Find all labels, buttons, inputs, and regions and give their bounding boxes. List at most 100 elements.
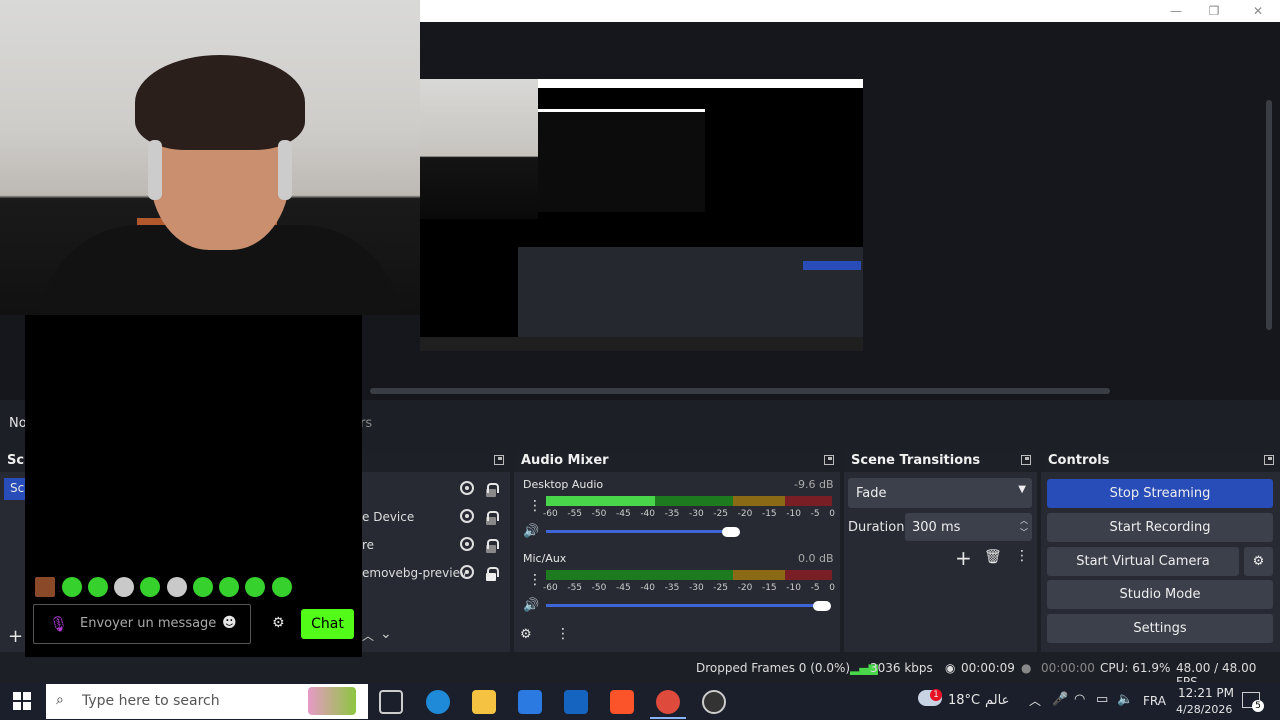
visibility-eye-icon[interactable] [460,509,474,523]
start-virtual-camera-button[interactable]: Start Virtual Camera [1047,547,1239,576]
visibility-eye-icon[interactable] [460,481,474,495]
emote-icon[interactable] [88,577,108,597]
battery-icon[interactable]: ▭ [1096,692,1108,707]
emote-icon[interactable] [272,577,292,597]
emote-icon[interactable] [140,577,160,597]
volume-slider[interactable] [546,604,822,607]
meter-tick-label: -20 [737,509,753,519]
spin-up-icon[interactable]: ︿ [1020,515,1028,526]
emote-icon[interactable] [62,577,82,597]
emote-icon[interactable] [245,577,265,597]
chat-input[interactable]: 🎙 Envoyer un message ☻ [33,604,251,644]
visibility-eye-icon[interactable] [460,537,474,551]
audio-meter [546,570,832,580]
source-row[interactable]: e Device [362,510,414,524]
status-bar: Dropped Frames 0 (0.0%) ▂▄▆ 3036 kbps ◉ … [0,657,1280,689]
nested-stop-button [803,261,861,270]
emoji-icon[interactable]: ☻ [222,615,237,631]
chevron-down-icon[interactable]: ⌄ [380,626,392,642]
preview-canvas[interactable] [420,79,863,351]
scenes-dock-title: Sc [0,450,25,472]
start-windows-icon[interactable] [13,692,31,710]
edge-icon[interactable] [426,690,450,714]
spin-down-icon[interactable]: ﹀ [1020,527,1028,538]
webcam-overlay [0,0,420,315]
stop-streaming-button[interactable]: Stop Streaming [1047,479,1273,508]
lock-icon[interactable] [486,483,499,497]
start-recording-button[interactable]: Start Recording [1047,513,1273,542]
volume-knob[interactable] [813,601,831,611]
taskbar-search[interactable]: ⌕ Type here to search [46,684,368,719]
horizontal-scrollbar[interactable] [370,388,1110,394]
brave-icon[interactable] [610,690,634,714]
add-transition-icon[interactable]: + [955,546,972,570]
language-indicator[interactable]: FRA [1143,694,1166,708]
chevron-up-icon[interactable]: ︿ [1029,692,1041,709]
emote-icon[interactable] [114,577,134,597]
visibility-eye-icon[interactable] [460,565,474,579]
wifi-icon[interactable]: ◠ [1074,692,1085,707]
record-icon: ● [1021,661,1032,675]
duration-spinbox[interactable]: 300 ms ︿ ﹀ [905,513,1032,541]
outlook-icon[interactable] [564,690,588,714]
meter-tick-label: -50 [591,583,607,593]
volume-knob[interactable] [722,527,740,537]
transition-select[interactable]: Fade ▼ [848,478,1032,508]
chevron-up-icon[interactable]: ︿ [362,627,374,644]
meter-ticks: -60 -55 -50 -45 -40 -35 -30 -25 -20 -15 -10 -5 0 [543,583,835,593]
source-row[interactable]: emovebg-previev [362,566,467,580]
obs-icon[interactable] [702,690,726,714]
undock-icon[interactable] [1021,455,1031,465]
trash-icon[interactable]: 🗑 [984,549,1002,565]
lock-icon[interactable] [486,539,499,553]
file-explorer-icon[interactable] [472,690,496,714]
store-icon[interactable] [518,690,542,714]
studio-mode-button[interactable]: Studio Mode [1047,580,1273,609]
undock-icon[interactable] [494,455,504,465]
source-label: re [362,538,375,552]
kebab-menu-icon[interactable]: ⋮ [556,626,570,642]
scene-item-selected[interactable]: Sc [4,478,25,500]
lock-icon[interactable] [486,567,499,581]
mic-icon[interactable]: 🎙 [49,615,68,633]
vertical-scrollbar[interactable] [1266,100,1272,330]
meter-tick-label: -45 [615,583,631,593]
undock-icon[interactable] [824,455,834,465]
speaker-icon[interactable]: 🔊 [523,524,539,539]
add-scene-icon[interactable]: + [8,626,23,647]
volume-icon[interactable]: 🔈 [1117,692,1133,707]
volume-slider[interactable] [546,530,731,533]
settings-button[interactable]: Settings [1047,614,1273,643]
meter-tick-label: -55 [567,509,583,519]
chat-input-placeholder: Envoyer un message [80,616,217,631]
kebab-menu-icon[interactable]: ⋮ [528,498,542,514]
undock-icon[interactable] [1264,455,1274,465]
emote-icon[interactable] [167,577,187,597]
emote-icon[interactable] [219,577,239,597]
chat-send-button[interactable]: Chat [301,609,354,639]
close-icon[interactable]: ✕ [1236,0,1280,22]
lock-icon[interactable] [486,511,499,525]
clock-date[interactable]: 4/28/2026 [1176,703,1232,716]
microphone-icon[interactable]: 🎤 [1052,692,1068,707]
virtual-camera-settings-icon[interactable]: ⚙ [1244,547,1273,576]
window-titlebar [420,0,1280,22]
cpu-usage: CPU: 61.9% [1100,661,1171,675]
duration-label: Duration [848,520,905,535]
emote-icon[interactable] [35,577,55,597]
task-view-icon[interactable] [379,690,403,714]
emote-icon[interactable] [193,577,213,597]
speaker-icon[interactable]: 🔊 [523,598,539,613]
source-row[interactable]: re [362,538,374,552]
meter-tick-label: -35 [664,509,680,519]
clock-time[interactable]: 12:21 PM [1178,686,1234,700]
kebab-menu-icon[interactable]: ⋮ [528,572,542,588]
dropdown-arrow-icon: ▼ [1018,484,1026,495]
chrome-icon[interactable] [656,690,680,714]
chat-settings-gear-icon[interactable]: ⚙ [272,615,285,631]
kebab-menu-icon[interactable]: ⋮ [1015,548,1029,564]
meter-tick-label: -10 [786,583,801,593]
meter-tick-label: -5 [810,509,820,519]
gear-icon[interactable]: ⚙ [520,627,532,642]
restore-icon[interactable]: ❐ [1192,0,1236,22]
